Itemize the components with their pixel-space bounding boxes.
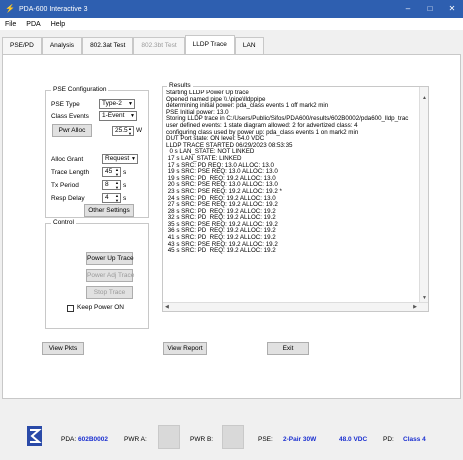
pse-type-value: Type-2 [102, 100, 122, 107]
tab-strip: PSE/PD Analysis 802.3at Test 802.3bt Tes… [2, 35, 264, 54]
results-title: Results [167, 82, 193, 89]
scroll-up-icon[interactable]: ▲ [422, 95, 427, 101]
control-title: Control [51, 219, 76, 226]
chevron-down-icon: ▼ [131, 156, 136, 162]
results-group: Results Starting LLDP Power Up trace Open… [162, 82, 429, 312]
pse-label: PSE: [258, 436, 273, 443]
class-events-value: 1-Event [102, 112, 125, 119]
keep-power-on-label: Keep Power ON [77, 304, 124, 311]
alloc-grant-label: Alloc Grant [51, 156, 84, 163]
menu-pda[interactable]: PDA [21, 21, 45, 28]
pwr-alloc-button[interactable]: Pwr Alloc [52, 124, 92, 137]
control-group: Control Power Up Trace Power Adj Trace S… [45, 219, 149, 329]
class-events-select[interactable]: 1-Event ▼ [99, 111, 137, 121]
resp-delay-stepper[interactable]: 4 ▲ ▼ [102, 193, 121, 203]
tx-period-value: 8 [105, 181, 109, 188]
scroll-right-icon[interactable]: ▶ [413, 304, 417, 310]
results-log[interactable]: Starting LLDP Power Up trace Opened named… [166, 90, 416, 295]
menu-file[interactable]: File [0, 21, 21, 28]
tx-period-unit: s [123, 182, 127, 189]
pwr-alloc-stepper[interactable]: 25.5 ▲ ▼ [112, 126, 134, 136]
stop-trace-button[interactable]: Stop Trace [86, 286, 133, 299]
pse-type-select[interactable]: Type-2 ▼ [99, 99, 135, 109]
scroll-left-icon[interactable]: ◀ [165, 304, 169, 310]
view-pkts-button[interactable]: View Pkts [42, 342, 84, 355]
trace-length-value: 45 [105, 168, 113, 175]
exit-button[interactable]: Exit [267, 342, 309, 355]
tab-802-3at-test[interactable]: 802.3at Test [82, 37, 134, 54]
stepper-arrows-icon: ▲ ▼ [128, 126, 132, 136]
trace-length-unit: s [123, 169, 127, 176]
title-bar: ⚡ PDA-600 Interactive 3 – □ ✕ [0, 0, 463, 18]
trace-length-stepper[interactable]: 45 ▲ ▼ [102, 167, 121, 177]
pwr-a-label: PWR A: [124, 436, 147, 443]
tab-analysis[interactable]: Analysis [41, 37, 83, 54]
tab-802-3bt-test[interactable]: 802.3bt Test [133, 37, 185, 54]
pse-configuration-title: PSE Configuration [51, 86, 109, 93]
pse-value: 2-Pair 30W [283, 436, 317, 443]
pda-label: PDA: [61, 436, 77, 443]
pd-class-value: Class 4 [403, 436, 426, 443]
chevron-down-icon: ▼ [128, 101, 133, 107]
logo-mark [30, 429, 42, 443]
voltage-value: 48.0 VDC [339, 436, 368, 443]
close-button[interactable]: ✕ [441, 0, 463, 18]
results-vertical-scrollbar[interactable]: ▲ ▼ [419, 87, 428, 303]
tab-pse-pd[interactable]: PSE/PD [2, 37, 42, 54]
window-title: PDA-600 Interactive 3 [19, 5, 88, 13]
status-bar: PDA: 602B0002 PWR A: PWR B: PSE: 2-Pair … [0, 418, 463, 460]
power-adj-trace-button[interactable]: Power Adj Trace [86, 269, 134, 282]
stepper-arrows-icon: ▲ ▼ [115, 193, 119, 203]
stepper-arrows-icon: ▲ ▼ [115, 180, 119, 190]
scroll-down-icon[interactable]: ▼ [422, 295, 427, 301]
menu-help[interactable]: Help [46, 21, 70, 28]
pwr-a-indicator [158, 425, 180, 449]
class-events-label: Class Events [51, 113, 89, 120]
tab-lan[interactable]: LAN [234, 37, 264, 54]
pwr-alloc-unit: W [136, 127, 143, 134]
wand-icon: ⚡ [5, 4, 15, 13]
lldp-trace-panel: PSE Configuration PSE Type Type-2 ▼ Clas… [2, 54, 461, 399]
tx-period-stepper[interactable]: 8 ▲ ▼ [102, 180, 121, 190]
tab-lldp-trace[interactable]: LLDP Trace [184, 35, 235, 54]
maximize-button[interactable]: □ [419, 0, 441, 18]
pda-serial: 602B0002 [78, 436, 108, 443]
pwr-b-label: PWR B: [190, 436, 214, 443]
keep-power-on-checkbox[interactable] [67, 305, 74, 312]
other-settings-button[interactable]: Other Settings [84, 204, 134, 217]
alloc-grant-value: Request [105, 155, 130, 162]
pwr-b-indicator [222, 425, 244, 449]
resp-delay-value: 4 [105, 194, 109, 201]
chevron-down-icon: ▼ [130, 113, 135, 119]
view-report-button[interactable]: View Report [163, 342, 207, 355]
resp-delay-label: Resp Delay [51, 195, 85, 202]
tx-period-label: Tx Period [51, 182, 79, 189]
results-horizontal-scrollbar[interactable]: ◀ ▶ [163, 302, 428, 311]
minimize-button[interactable]: – [397, 0, 419, 18]
pse-type-label: PSE Type [51, 101, 80, 108]
alloc-grant-select[interactable]: Request ▼ [102, 154, 138, 164]
power-up-trace-button[interactable]: Power Up Trace [86, 252, 134, 265]
resp-delay-unit: s [123, 195, 127, 202]
pse-configuration-group: PSE Configuration PSE Type Type-2 ▼ Clas… [45, 86, 149, 218]
trace-length-label: Trace Length [51, 169, 90, 176]
pwr-alloc-value: 25.5 [115, 127, 128, 134]
sifos-logo-icon [27, 426, 42, 446]
pd-label: PD: [383, 436, 394, 443]
menu-bar: File PDA Help [0, 18, 463, 30]
results-line: 45 s SRC: PD REQ: 19.2 ALLOC: 19.2 [166, 247, 276, 255]
stepper-arrows-icon: ▲ ▼ [115, 167, 119, 177]
